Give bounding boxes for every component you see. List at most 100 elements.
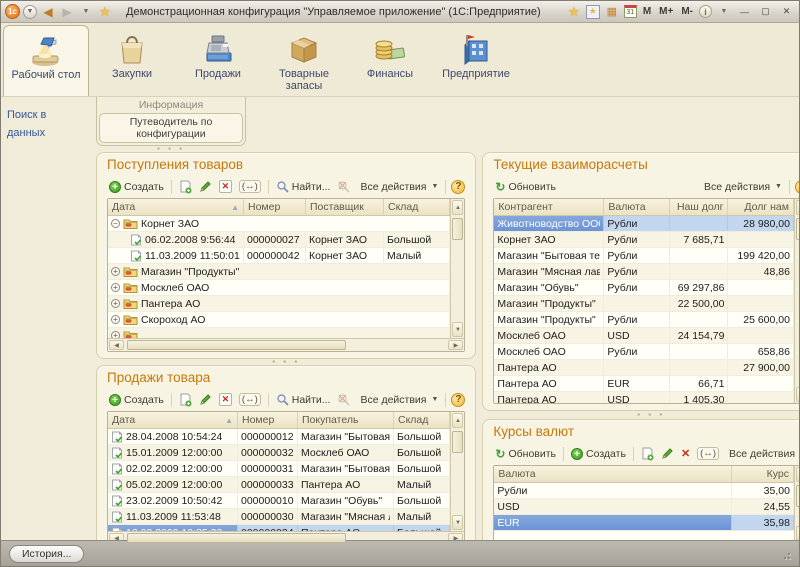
table-cell[interactable]: Корнет ЗАО [306,232,384,247]
tab-information[interactable]: Информация [99,98,243,113]
help-button[interactable]: ? [451,393,465,407]
set-interval-button[interactable]: (↔) [237,392,263,407]
help-button[interactable]: ? [451,180,465,194]
memory-store-button[interactable]: M [641,6,653,17]
copy-button[interactable] [639,446,656,462]
table-cell[interactable]: Животноводство ООО [494,216,604,231]
table-row[interactable]: +Скороход АО [108,312,450,328]
table-cell[interactable]: Рубли [604,264,670,279]
table-cell[interactable] [604,360,670,375]
scroll-thumb[interactable] [796,218,800,240]
scroll-track[interactable] [125,532,447,544]
create-button[interactable]: +Создать [569,447,628,461]
table-cell[interactable]: Москлеб ОАО [494,344,604,359]
table-cell[interactable]: Магазин "Обувь" [494,280,604,295]
table-cell[interactable]: 28.04.2008 10:54:24 [108,429,238,444]
table-row[interactable]: Корнет ЗАОРубли7 685,71 [494,232,794,248]
column-header[interactable]: Дата▲ [108,412,238,428]
scroll-up-icon[interactable]: ▲ [452,413,463,428]
section-sales[interactable]: Продажи [175,25,261,96]
table-cell[interactable]: 24,55 [732,499,794,514]
table-cell[interactable]: Рубли [494,483,732,498]
table-cell[interactable]: Пантера АО [298,477,394,492]
scroll-thumb[interactable] [127,340,346,350]
table-cell[interactable]: 000000010 [238,493,298,508]
scroll-thumb[interactable] [452,218,463,240]
table-cell[interactable]: USD [494,499,732,514]
table-cell[interactable]: 000000012 [238,429,298,444]
table-cell[interactable] [728,328,794,343]
resize-grip[interactable] [779,548,791,560]
table-cell[interactable]: Магазин "Продукты" [494,296,604,311]
cancel-find-button[interactable] [335,392,352,407]
table-cell[interactable]: 1 405,30 [670,392,728,403]
table-row[interactable]: +Пантера АО [108,296,450,312]
minimize-button[interactable]: — [736,4,753,19]
table-cell[interactable]: 28 980,00 [728,216,794,231]
table-row[interactable]: 06.02.2008 9:56:44000000027Корнет ЗАОБол… [108,232,450,248]
table-cell[interactable]: 23.02.2009 10:50:42 [108,493,238,508]
table-row[interactable]: 02.02.2009 12:00:00000000031Магазин "Быт… [108,461,450,477]
create-button[interactable]: +Создать [107,393,166,407]
table-cell[interactable]: Малый [394,509,450,524]
horizontal-scrollbar[interactable]: ◀▶ [108,338,464,351]
table-cell[interactable]: 25 600,00 [728,312,794,327]
table-cell[interactable]: Корнет ЗАО [306,248,384,263]
edit-button[interactable] [197,179,214,194]
table-cell[interactable]: 000000033 [238,477,298,492]
1c-logo-icon[interactable]: 1с [5,4,20,19]
scroll-down-icon[interactable]: ▼ [796,526,800,541]
column-header[interactable]: Дата▲ [108,199,244,215]
column-header[interactable]: Контрагент [494,199,604,215]
scroll-thumb[interactable] [796,485,800,507]
expand-icon[interactable]: + [111,331,120,338]
favorites-star-icon[interactable]: ★ [97,4,113,20]
scroll-left-icon[interactable]: ◀ [109,340,124,350]
memory-plus-button[interactable]: M+ [657,6,675,17]
copy-button[interactable] [177,392,194,408]
table-cell[interactable] [670,216,728,231]
table-cell[interactable]: Москлеб ОАО [494,328,604,343]
expand-icon[interactable]: + [111,299,120,308]
column-header[interactable]: Склад [384,199,450,215]
table-row[interactable]: Пантера АОUSD1 405,30 [494,392,794,403]
table-row[interactable]: 05.02.2009 12:00:00000000033Пантера АОМа… [108,477,450,493]
splitter-handle[interactable]: ▪ ▪ ▪ [637,412,665,418]
collapse-icon[interactable]: − [111,219,120,228]
splitter-handle[interactable]: ▪ ▪ ▪ [96,146,246,152]
column-header[interactable]: Склад [394,412,450,428]
table-cell[interactable]: 7 685,71 [670,232,728,247]
table-cell[interactable]: Рубли [604,232,670,247]
table-cell[interactable]: USD [604,328,670,343]
scroll-track[interactable] [795,483,800,525]
table-cell[interactable]: Рубли [604,248,670,263]
scroll-down-icon[interactable]: ▼ [452,322,463,337]
table-cell[interactable]: Большой [384,232,450,247]
table-row[interactable]: Магазин "Обувь"Рубли69 297,86 [494,280,794,296]
column-header[interactable]: Поставщик [306,199,384,215]
delete-button[interactable]: ✕ [679,446,692,461]
scroll-thumb[interactable] [127,533,346,543]
all-actions-button[interactable]: Все действия▼ [358,180,440,194]
column-header[interactable]: Курс [732,466,794,482]
create-button[interactable]: +Создать [107,180,166,194]
table-cell[interactable]: EUR [604,376,670,391]
scroll-up-icon[interactable]: ▲ [796,467,800,482]
expand-icon[interactable]: + [111,267,120,276]
add-favorite-icon[interactable]: ★ [566,4,582,20]
table-cell[interactable]: Малый [394,477,450,492]
column-header[interactable]: Номер [244,199,306,215]
scroll-track[interactable] [451,429,464,514]
table-cell[interactable]: 000000032 [238,445,298,460]
table-row[interactable]: Магазин "Мясная лавка"Рубли48,86 [494,264,794,280]
table-cell[interactable] [728,296,794,311]
refresh-button[interactable]: ↻Обновить [493,180,558,194]
table-cell[interactable]: Магазин "Мясная ла... [298,509,394,524]
table-row[interactable]: EUR35,98 [494,515,794,531]
table-cell[interactable] [728,280,794,295]
table-cell[interactable]: Магазин "Бытовая т... [298,429,394,444]
table-row[interactable]: +Москлеб ОАО [108,280,450,296]
vertical-scrollbar[interactable]: ▲▼ [450,412,464,531]
column-header[interactable]: Наш долг [670,199,728,215]
scroll-up-icon[interactable]: ▲ [796,200,800,215]
